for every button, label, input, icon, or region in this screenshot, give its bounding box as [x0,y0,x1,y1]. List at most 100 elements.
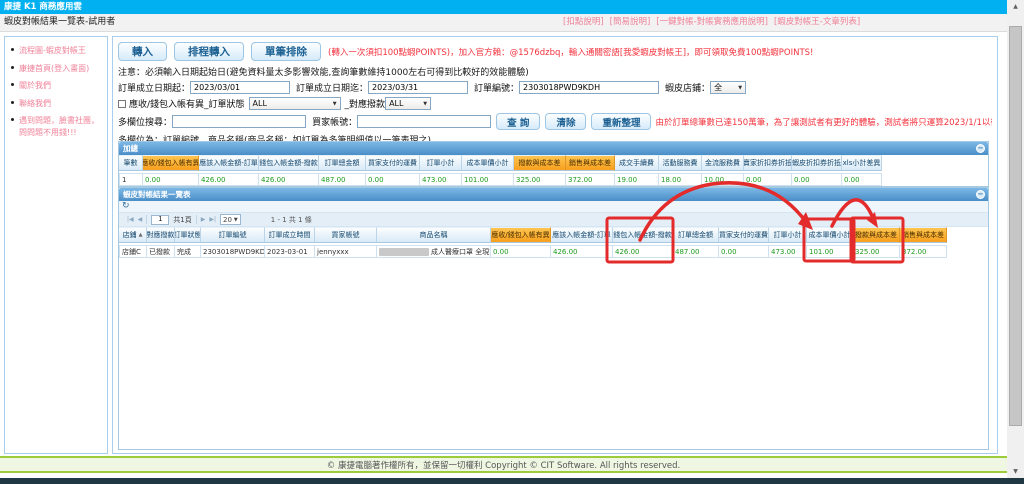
collapse-icon[interactable]: − [976,144,985,153]
cell: 487.00 [319,173,366,186]
collapse-icon[interactable]: − [976,190,985,199]
app-title: 康捷 K1 商務應用雲 [4,2,82,12]
table-row: 10.00426.00426.00487.000.00473.00101.003… [119,173,988,186]
shop-select[interactable]: 全▼ [710,81,746,94]
page-scrollbar[interactable]: ▲ ▼ [1007,0,1024,484]
tab-single-exclude[interactable]: 單筆排除 [251,42,321,61]
buyer-input[interactable] [357,115,491,128]
diff-checkbox[interactable] [118,100,126,108]
pager-range: 1 - 1 共 1 條 [271,215,312,225]
sidebar-item-flowchart[interactable]: 流程圖-蝦皮對帳王 [9,45,104,57]
search-button[interactable]: 查 詢 [496,113,540,130]
scroll-up-icon[interactable]: ▲ [1007,3,1024,10]
chevron-down-icon: ▼ [738,85,742,91]
sidebar-item-about[interactable]: 關於我們 [9,80,104,92]
grid-empty-body [119,258,988,449]
multi-search-input[interactable] [172,115,306,128]
refresh-button[interactable]: 重新整理 [591,113,651,130]
clear-button[interactable]: 清除 [545,113,586,130]
payout-select[interactable]: ALL ▼ [385,97,431,110]
cell: 0.00 [744,173,792,186]
filter-row-status: 應收/錢包入帳有異_訂單狀態 ALL▼ _對應撥款 ALL▼ [118,97,992,110]
cell: 372.00 [900,245,947,258]
column-header-5[interactable]: 買家帳號 [315,227,377,243]
payout-label: _對應撥款 [345,97,386,110]
cell: 0.00 [719,245,769,258]
cell: 0.00 [143,173,199,186]
header-link-quick-help[interactable]: [簡易說明] [610,14,651,31]
pager: |◀ ◀ 共1頁 ▶ ▶| 20▼ 1 - 1 共 1 條 [119,213,988,227]
attention-note: 注意：必須輸入日期起始日(避免資料量太多影響效能,查詢筆數維持1000左右可得到… [118,65,992,78]
refresh-icon[interactable]: ↻ [122,202,130,211]
points-notice: (轉入一次須扣100點蝦POINTS)，加入官方賴：@1576dzbq，輸入通關… [328,46,813,58]
column-header-10[interactable]: 訂單總金額 [673,227,719,243]
column-header-11[interactable]: 買家支付的運費 [719,227,769,243]
payout-select-value: ALL [389,99,403,108]
shop-select-value: 全 [714,82,722,93]
cell: 已撥款 [147,245,175,258]
column-header-13[interactable]: 成本單價小計 [807,227,853,243]
header-link-reconcile-guide[interactable]: [一鍵對帳-對帳實務應用說明] [656,14,768,31]
bullet-icon [11,48,14,51]
cell: 成人醫療口罩 全現貨不用 [377,245,491,258]
column-header-6[interactable]: 商品名稱 [377,227,491,243]
page-title: 蝦皮對帳結果一覽表-試用者 [4,17,115,27]
cell: jennyxxx [315,245,377,258]
result-grid-toolbar: ↻ [119,201,988,213]
column-header-0: 筆數 [119,155,143,171]
column-header-14[interactable]: 撥款與成本差 [853,227,900,243]
bullet-icon [11,66,14,69]
column-header-2: 應該入帳金額-訂單 [199,155,259,171]
sort-asc-icon: ▲ [139,232,143,238]
tabs-row: 轉入 排程轉入 單筆排除 (轉入一次須扣100點蝦POINTS)，加入官方賴：@… [118,41,992,62]
order-status-select[interactable]: ALL▼ [249,97,341,110]
bullet-icon [11,101,14,104]
sidebar-item-label: 聯絡我們 [19,99,51,108]
column-header-9: 銷售與成本差 [566,155,615,171]
cell: 0.00 [491,245,551,258]
column-header-14: 蝦皮折扣券折抵 [792,155,842,171]
pager-separator [146,215,147,224]
order-no-label: 訂單編號： [474,81,519,94]
header-link-article-list[interactable]: [蝦皮對帳王-文章列表] [774,14,860,31]
header-link-points-help[interactable]: [扣點說明] [563,14,604,31]
page-input[interactable] [151,215,169,225]
chevron-down-icon: ▼ [423,101,427,107]
cell: 19.00 [615,173,659,186]
cell: 473.00 [769,245,807,258]
column-header-7[interactable]: 應收/錢包入帳有異 [491,227,551,243]
sidebar-item-home[interactable]: 康捷首頁(登入畫面) [9,63,104,75]
cell: 店鋪C [119,245,147,258]
tab-import[interactable]: 轉入 [118,42,167,61]
last-page-button[interactable]: ▶| [209,216,216,223]
column-header-4: 訂單總金額 [319,155,366,171]
column-header-1[interactable]: 對應撥款 [147,227,175,243]
sidebar-item-facebook-group[interactable]: 遇到問題，臉書社團，問問題不用錢!!! [9,115,104,138]
prev-page-button[interactable]: ◀ [138,216,143,223]
tab-schedule-import[interactable]: 排程轉入 [174,42,244,61]
page-size-select[interactable]: 20▼ [220,214,241,225]
scroll-down-icon[interactable]: ▼ [1007,468,1024,475]
date-to-input[interactable] [368,81,468,94]
sidebar-item-contact[interactable]: 聯絡我們 [9,98,104,110]
page-size-value: 20 [223,216,232,224]
next-page-button[interactable]: ▶ [201,216,206,223]
scrollbar-thumb[interactable] [1009,26,1022,426]
column-header-1: 應收/錢包入帳有異 [143,155,199,171]
column-header-12[interactable]: 訂單小計 [769,227,807,243]
column-header-3[interactable]: 訂單編號 [201,227,265,243]
date-from-input[interactable] [190,81,290,94]
column-header-8[interactable]: 應該入帳金額-訂單 [551,227,613,243]
sidebar-item-label: 康捷首頁(登入畫面) [19,64,89,73]
column-header-9[interactable]: 錢包入帳金額-撥款 [613,227,673,243]
column-header-15[interactable]: 銷售與成本差 [900,227,947,243]
column-header-2[interactable]: 訂單狀態 [175,227,201,243]
column-header-5: 買家支付的運費 [366,155,420,171]
result-grid-caption: 蝦皮對帳結果一覽表 − [119,188,988,201]
column-header-3: 錢包入帳金額-撥款 [259,155,319,171]
column-header-4[interactable]: 訂單成立時間 [265,227,315,243]
order-no-input[interactable] [519,81,659,94]
cell: 18.00 [659,173,702,186]
first-page-button[interactable]: |◀ [127,216,134,223]
column-header-0[interactable]: 店鋪▲ [119,227,147,243]
